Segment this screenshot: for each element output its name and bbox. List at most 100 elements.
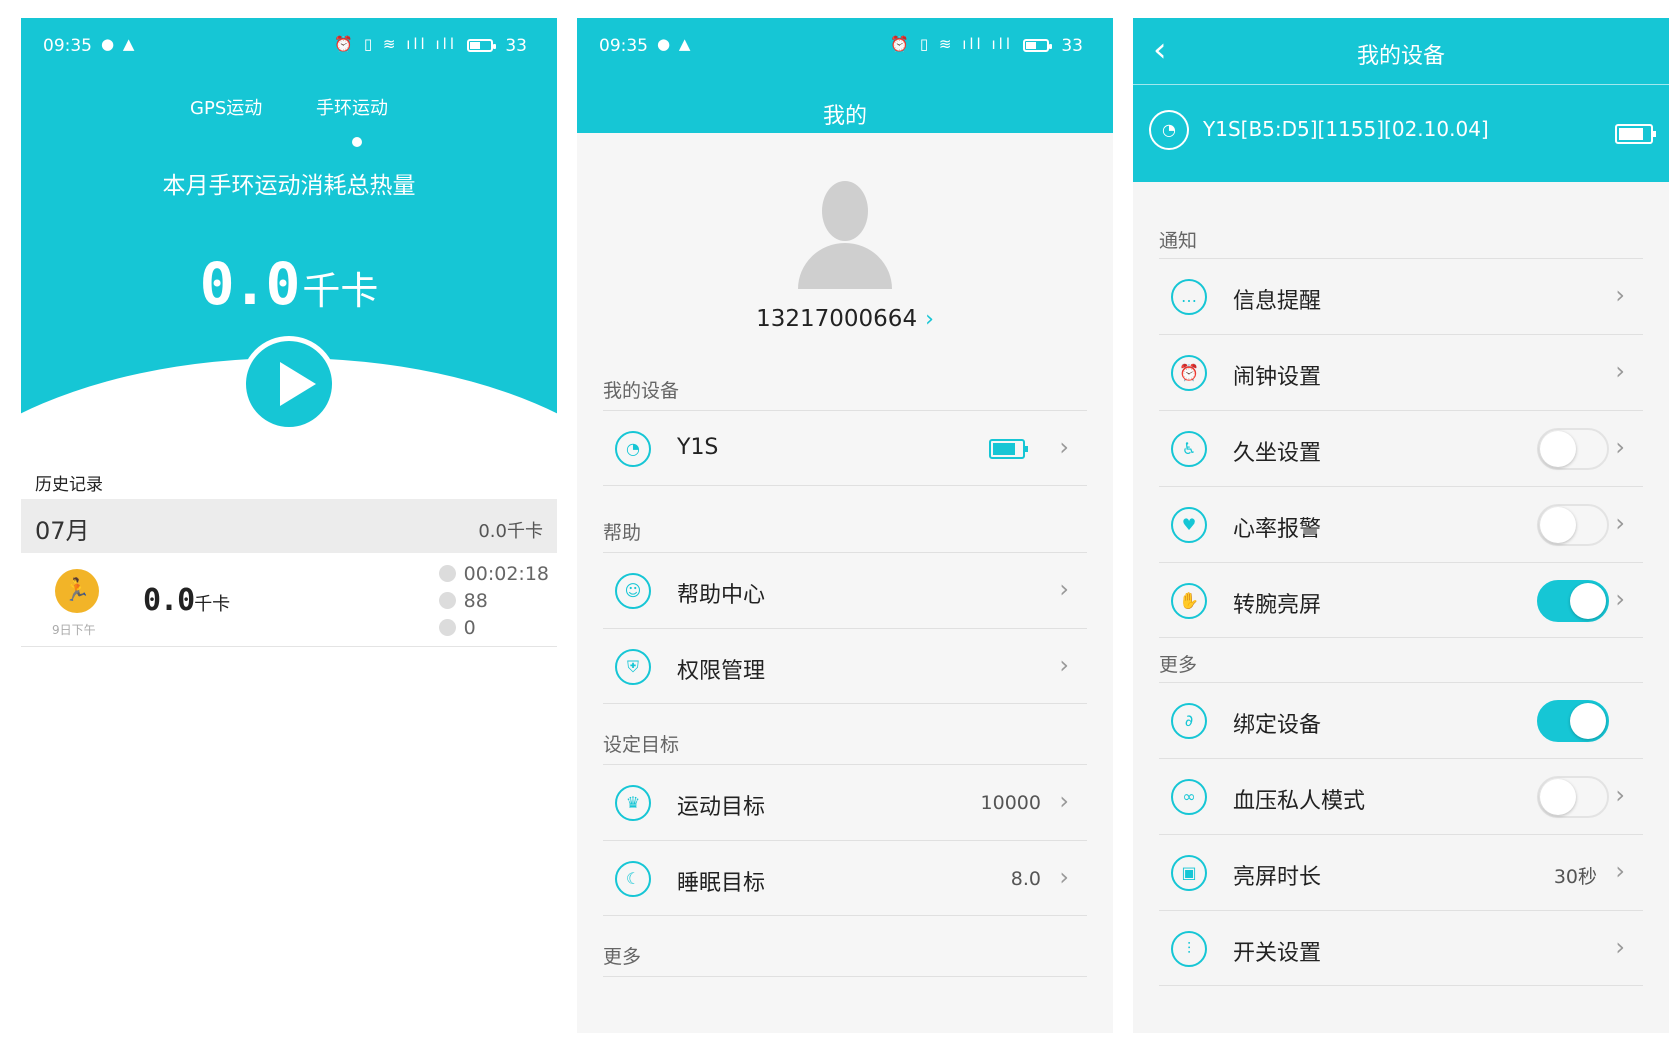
setting-row[interactable]: ∂ 绑定设备	[1159, 682, 1643, 758]
running-icon: 🏃	[55, 569, 99, 613]
chevron-right-icon: ›	[1615, 509, 1625, 537]
setting-label: 绑定设备	[1233, 713, 1322, 738]
record-calories-value: 0.0	[143, 583, 195, 618]
battery-level: 33	[1061, 36, 1083, 56]
history-record[interactable]: 🏃 9日下午 0.0千卡 00:02:18 88 0	[21, 555, 557, 647]
signal-icons: ⏰ ▯ ≋ ıll ıll	[890, 35, 1013, 53]
setting-label: 信息提醒	[1233, 289, 1322, 314]
help-center-icon: ☺	[615, 573, 651, 609]
setting-row[interactable]: ✋ 转腕亮屏 ›	[1159, 562, 1643, 638]
blood-pressure-icon: ∞	[1171, 779, 1207, 815]
device-name: Y1S	[677, 435, 719, 460]
battery-icon	[1023, 39, 1052, 52]
setting-label: 血压私人模式	[1233, 789, 1366, 814]
more-list: ∂ 绑定设备 ∞ 血压私人模式 › ▣ 亮屏时长 30秒 › ⫶ 开关设置 ›	[1159, 682, 1643, 986]
avatar-body	[798, 243, 892, 289]
chevron-right-icon: ›	[1059, 575, 1069, 603]
status-bar: 09:35 ● ▲ ⏰ ▯ ≋ ıll ıll 33	[21, 18, 557, 68]
signal-icons: ⏰ ▯ ≋ ıll ıll	[334, 35, 457, 53]
permission-label: 权限管理	[677, 659, 766, 684]
record-calories-unit: 千卡	[194, 594, 231, 615]
sport-goal-row[interactable]: ♛ 运动目标 10000 ›	[603, 764, 1087, 840]
toggle-switch[interactable]	[1537, 580, 1609, 622]
toggle-switch[interactable]	[1537, 428, 1609, 470]
setting-row[interactable]: ♥ 心率报警 ›	[1159, 486, 1643, 562]
watch-icon: ◔	[1149, 110, 1189, 150]
tab-gps-sport[interactable]: GPS运动	[190, 94, 262, 120]
account-phone[interactable]: 13217000664 ›	[577, 306, 1113, 332]
total-calories-value: 0.0	[199, 250, 301, 318]
toggle-knob	[1540, 431, 1576, 467]
chevron-right-icon: ›	[1615, 781, 1625, 809]
phone-screen-my-device: ‹ 我的设备 ◔ Y1S[B5:D5][1155][02.10.04] 通知 ……	[1133, 18, 1669, 1033]
account-phone-number: 13217000664	[756, 306, 918, 332]
section-more: 更多	[603, 946, 642, 968]
chevron-right-icon: ›	[1615, 857, 1625, 885]
chevron-right-icon: ›	[1615, 933, 1625, 961]
toggle-knob	[1570, 703, 1606, 739]
notify-list: … 信息提醒 › ⏰ 闹钟设置 › ♿ 久坐设置 › ♥ 心率报警 › ✋ 转腕亮屏 ›	[1159, 258, 1643, 638]
toggle-knob	[1570, 583, 1606, 619]
toggle-knob	[1540, 507, 1576, 543]
setting-row[interactable]: ∞ 血压私人模式 ›	[1159, 758, 1643, 834]
start-sport-button[interactable]	[241, 336, 337, 432]
avatar-head	[822, 181, 868, 241]
record-calories: 0.0千卡	[143, 583, 230, 618]
notification-icons: ● ▲	[657, 35, 693, 53]
total-calories: 0.0 千卡	[21, 250, 557, 318]
page-title: 我的设备	[1356, 44, 1445, 69]
active-tab-indicator	[352, 137, 362, 147]
device-row-y1s[interactable]: ◔ Y1S ›	[603, 410, 1087, 486]
heart-rate-icon: ♥	[1171, 507, 1207, 543]
trophy-icon: ♛	[615, 785, 651, 821]
tab-band-sport[interactable]: 手环运动	[316, 94, 388, 120]
toggle-switch[interactable]	[1537, 700, 1609, 742]
setting-label: 亮屏时长	[1233, 865, 1322, 890]
month-label: 07月	[35, 517, 90, 545]
setting-row[interactable]: … 信息提醒 ›	[1159, 258, 1643, 334]
battery-level: 33	[505, 36, 527, 56]
record-date: 9日下午	[52, 623, 96, 637]
setting-row[interactable]: ⫶ 开关设置 ›	[1159, 910, 1643, 986]
permission-row[interactable]: ⛨ 权限管理 ›	[603, 628, 1087, 704]
sleep-goal-value: 8.0	[1010, 868, 1041, 890]
phone-screen-sport: 09:35 ● ▲ ⏰ ▯ ≋ ıll ıll 33 GPS运动 手环运动 本月…	[21, 18, 557, 1033]
setting-label: 转腕亮屏	[1233, 593, 1322, 618]
toggle-switch[interactable]	[1537, 776, 1609, 818]
status-time: 09:35	[43, 36, 92, 56]
record-heart: 88	[463, 590, 488, 612]
toggle-switch[interactable]	[1537, 504, 1609, 546]
section-notify: 通知	[1159, 230, 1198, 252]
sleep-goal-row[interactable]: ☾ 睡眠目标 8.0 ›	[603, 840, 1087, 916]
chevron-right-icon: ›	[1615, 357, 1625, 385]
alarm-icon: ⏰	[1171, 355, 1207, 391]
setting-label: 心率报警	[1233, 517, 1322, 542]
shield-icon: ⛨	[615, 649, 651, 685]
device-identifier: Y1S[B5:D5][1155][02.10.04]	[1203, 117, 1489, 141]
chevron-right-icon: ›	[1615, 281, 1625, 309]
setting-label: 久坐设置	[1233, 441, 1322, 466]
section-help: 帮助	[603, 522, 642, 544]
avatar[interactable]	[798, 181, 892, 289]
chevron-right-icon: ›	[1059, 433, 1069, 461]
setting-row[interactable]: ⏰ 闹钟设置 ›	[1159, 334, 1643, 410]
sport-goal-value: 10000	[980, 792, 1041, 814]
steps-icon	[438, 619, 456, 636]
sport-subtitle: 本月手环运动消耗总热量	[162, 173, 416, 199]
record-stats: 00:02:18 88 0	[438, 561, 549, 642]
setting-label: 开关设置	[1233, 941, 1322, 966]
help-center-row[interactable]: ☺ 帮助中心 ›	[603, 552, 1087, 628]
section-devices: 我的设备	[603, 380, 680, 402]
header-divider	[1133, 84, 1669, 85]
setting-row[interactable]: ▣ 亮屏时长 30秒 ›	[1159, 834, 1643, 910]
month-row[interactable]: 07月 0.0千卡	[21, 499, 557, 553]
setting-label: 闹钟设置	[1233, 365, 1322, 390]
setting-row[interactable]: ♿ 久坐设置 ›	[1159, 410, 1643, 486]
battery-icon	[989, 439, 1028, 459]
help-center-label: 帮助中心	[677, 583, 766, 608]
chevron-right-icon: ›	[1615, 585, 1625, 613]
help-list: ☺ 帮助中心 › ⛨ 权限管理 ›	[603, 552, 1087, 704]
divider	[603, 976, 1087, 977]
battery-icon	[1615, 124, 1656, 144]
clock-icon	[438, 565, 456, 582]
